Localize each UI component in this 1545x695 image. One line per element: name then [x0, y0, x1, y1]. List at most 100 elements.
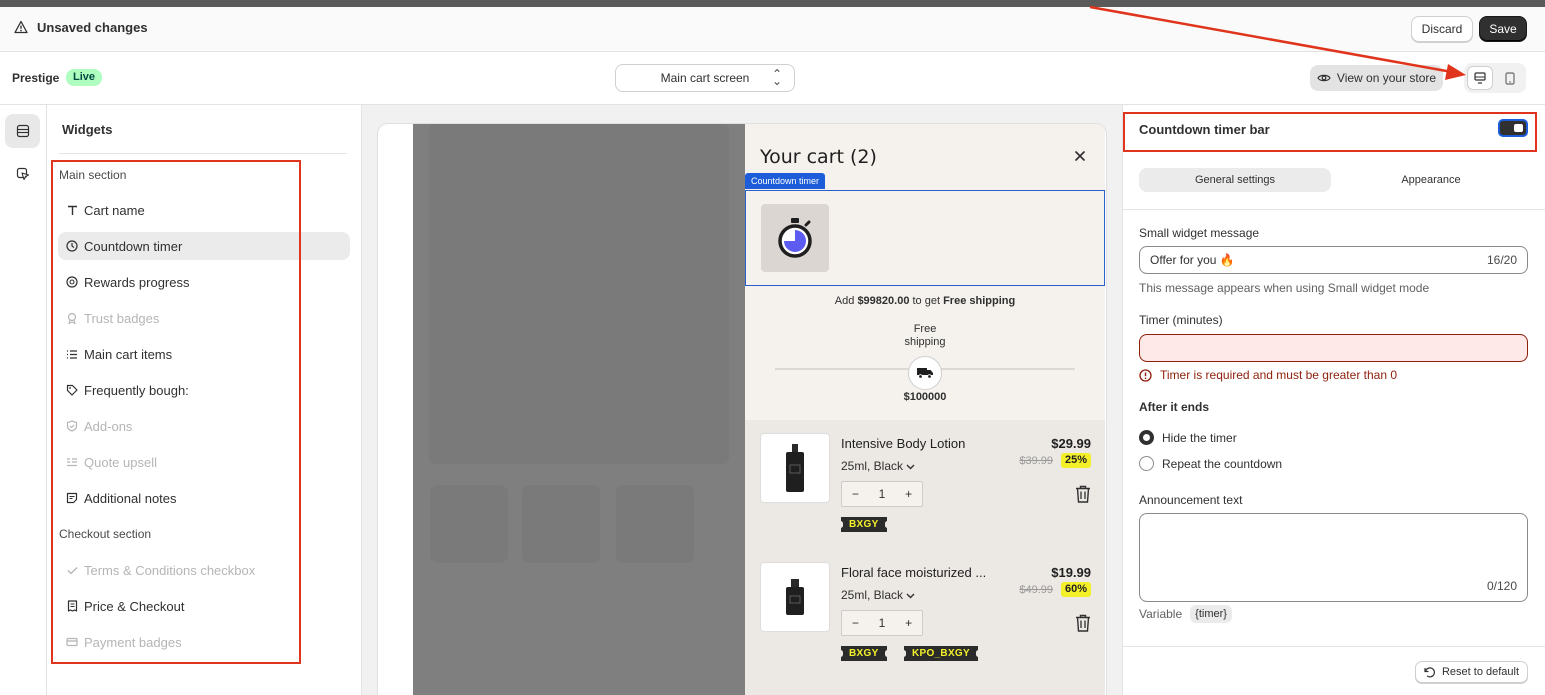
radio-button[interactable]	[1139, 430, 1154, 445]
character-counter: 16/20	[1486, 253, 1517, 267]
screen-select[interactable]: Main cart screen ⌃ ⌄	[615, 64, 795, 92]
product-price: $29.99	[1051, 436, 1091, 451]
rail-theme-button[interactable]	[5, 157, 40, 191]
palette-icon	[16, 167, 29, 181]
product-name: Floral face moisturized ...	[841, 565, 987, 580]
variant-select[interactable]: 25ml, Black	[841, 588, 915, 602]
variant-label: 25ml, Black	[841, 459, 904, 473]
plus-button[interactable]: +	[905, 616, 912, 630]
eye-icon	[1317, 74, 1331, 82]
widgets-panel: Widgets Main section Cart name Countdown…	[47, 105, 362, 695]
stopwatch-icon	[778, 218, 812, 258]
radio-label: Repeat the countdown	[1162, 456, 1283, 471]
widget-item-label: Additional notes	[84, 490, 177, 506]
widget-item-label: Payment badges	[84, 634, 182, 650]
character-counter: 0/120	[1486, 579, 1517, 593]
receipt-icon	[66, 600, 78, 612]
free-shipping-amount: $99820.00	[857, 295, 910, 307]
widget-item-countdown-timer[interactable]: Countdown timer	[58, 232, 350, 260]
product-thumbnail	[760, 433, 830, 503]
quantity-value[interactable]: 1	[879, 487, 886, 501]
discount-badge: 25%	[1060, 453, 1091, 468]
widget-item-additional-notes[interactable]: Additional notes	[58, 484, 350, 512]
shield-icon	[66, 420, 78, 432]
settings-title: Countdown timer bar	[1139, 122, 1270, 137]
divider	[1123, 209, 1545, 210]
free-shipping-prefix: Add	[834, 295, 858, 307]
product-image-placeholder	[429, 124, 729, 464]
widget-item-label: Quote upsell	[84, 454, 157, 470]
page-overlay[interactable]	[413, 124, 745, 695]
mobile-view-button[interactable]	[1497, 66, 1523, 90]
close-icon[interactable]	[1074, 149, 1086, 167]
plus-button[interactable]: +	[905, 487, 912, 501]
radio-repeat-countdown[interactable]: Repeat the countdown	[1139, 456, 1282, 471]
widget-item-main-cart-items[interactable]: Main cart items	[58, 340, 350, 368]
widget-item-terms-checkbox[interactable]: Terms & Conditions checkbox	[58, 556, 350, 584]
product-compare-price: $39.99	[1019, 455, 1053, 467]
quantity-value[interactable]: 1	[879, 616, 886, 630]
free-shipping-mid: to get	[909, 295, 944, 307]
widget-item-quote-upsell[interactable]: Quote upsell	[58, 448, 350, 476]
widget-item-label: Cart name	[84, 202, 145, 218]
cart-item: Intensive Body Lotion 25ml, Black $29.99…	[745, 433, 1105, 553]
tab-appearance[interactable]: Appearance	[1335, 168, 1527, 192]
widget-item-trust-badges[interactable]: Trust badges	[58, 304, 350, 332]
reset-to-default-button[interactable]: Reset to default	[1415, 661, 1528, 683]
save-button[interactable]: Save	[1479, 16, 1527, 42]
timer-image	[761, 204, 829, 272]
checkout-section-label: Checkout section	[59, 527, 152, 541]
widget-item-cart-name[interactable]: Cart name	[58, 196, 350, 224]
after-ends-label: After it ends	[1139, 400, 1210, 414]
variable-row: Variable {timer}	[1139, 605, 1232, 623]
discard-button[interactable]: Discard	[1411, 16, 1473, 42]
radio-hide-timer[interactable]: Hide the timer	[1139, 430, 1237, 445]
widget-item-frequently-bought[interactable]: Frequently bough:	[58, 376, 350, 404]
timer-input[interactable]	[1139, 334, 1528, 362]
minus-button[interactable]: −	[852, 616, 859, 630]
thumbnail-placeholder	[522, 485, 600, 563]
chevron-up-down-icon: ⌃ ⌄	[771, 67, 782, 88]
cart-title: Your cart (2)	[760, 146, 877, 168]
tab-general-settings[interactable]: General settings	[1139, 168, 1331, 192]
countdown-timer-tag: Countdown timer	[745, 173, 826, 189]
announcement-label: Announcement text	[1139, 493, 1243, 507]
widget-item-payment-badges[interactable]: Payment badges	[58, 628, 350, 656]
trash-icon[interactable]	[1075, 614, 1091, 635]
countdown-timer-widget[interactable]	[745, 190, 1105, 286]
quote-icon	[66, 456, 78, 468]
radio-button[interactable]	[1139, 456, 1154, 471]
trash-icon[interactable]	[1075, 485, 1091, 506]
variant-select[interactable]: 25ml, Black	[841, 459, 915, 473]
cart-drawer: Your cart (2) Countdown timer Add $99820…	[745, 124, 1105, 695]
widget-toggle[interactable]	[1498, 119, 1528, 137]
widget-item-label: Frequently bough:	[84, 382, 189, 398]
widget-item-add-ons[interactable]: Add-ons	[58, 412, 350, 440]
chevron-down-icon	[906, 588, 915, 602]
widget-item-price-checkout[interactable]: Price & Checkout	[58, 592, 350, 620]
unsaved-changes-title: Unsaved changes	[37, 20, 148, 35]
widget-item-rewards-progress[interactable]: Rewards progress	[58, 268, 350, 296]
product-price: $19.99	[1051, 565, 1091, 580]
view-on-store-button[interactable]: View on your store	[1310, 65, 1443, 91]
note-icon	[66, 492, 78, 504]
desktop-view-button[interactable]	[1467, 66, 1493, 90]
variable-chip[interactable]: {timer}	[1190, 605, 1232, 623]
desktop-icon	[1474, 72, 1486, 84]
rail-widgets-button[interactable]	[5, 114, 40, 148]
announcement-textarea[interactable]: 0/120	[1139, 513, 1528, 602]
settings-tabs: General settings Appearance	[1139, 168, 1529, 192]
mobile-icon	[1505, 71, 1515, 85]
text-icon	[66, 204, 78, 216]
small-message-value: Offer for you 🔥	[1150, 253, 1235, 267]
small-message-input[interactable]: Offer for you 🔥 16/20	[1139, 246, 1528, 274]
radio-label: Hide the timer	[1162, 430, 1237, 445]
editor-header: Prestige Live Main cart screen ⌃ ⌄ View o…	[0, 52, 1545, 105]
quantity-stepper: − 1 +	[841, 481, 923, 507]
small-message-help: This message appears when using Small wi…	[1139, 281, 1430, 295]
card-icon	[66, 636, 78, 648]
settings-panel: Countdown timer bar General settings App…	[1122, 105, 1545, 695]
minus-button[interactable]: −	[852, 487, 859, 501]
tag-icon	[66, 384, 78, 396]
coupon-tag: BXGY	[838, 517, 890, 532]
